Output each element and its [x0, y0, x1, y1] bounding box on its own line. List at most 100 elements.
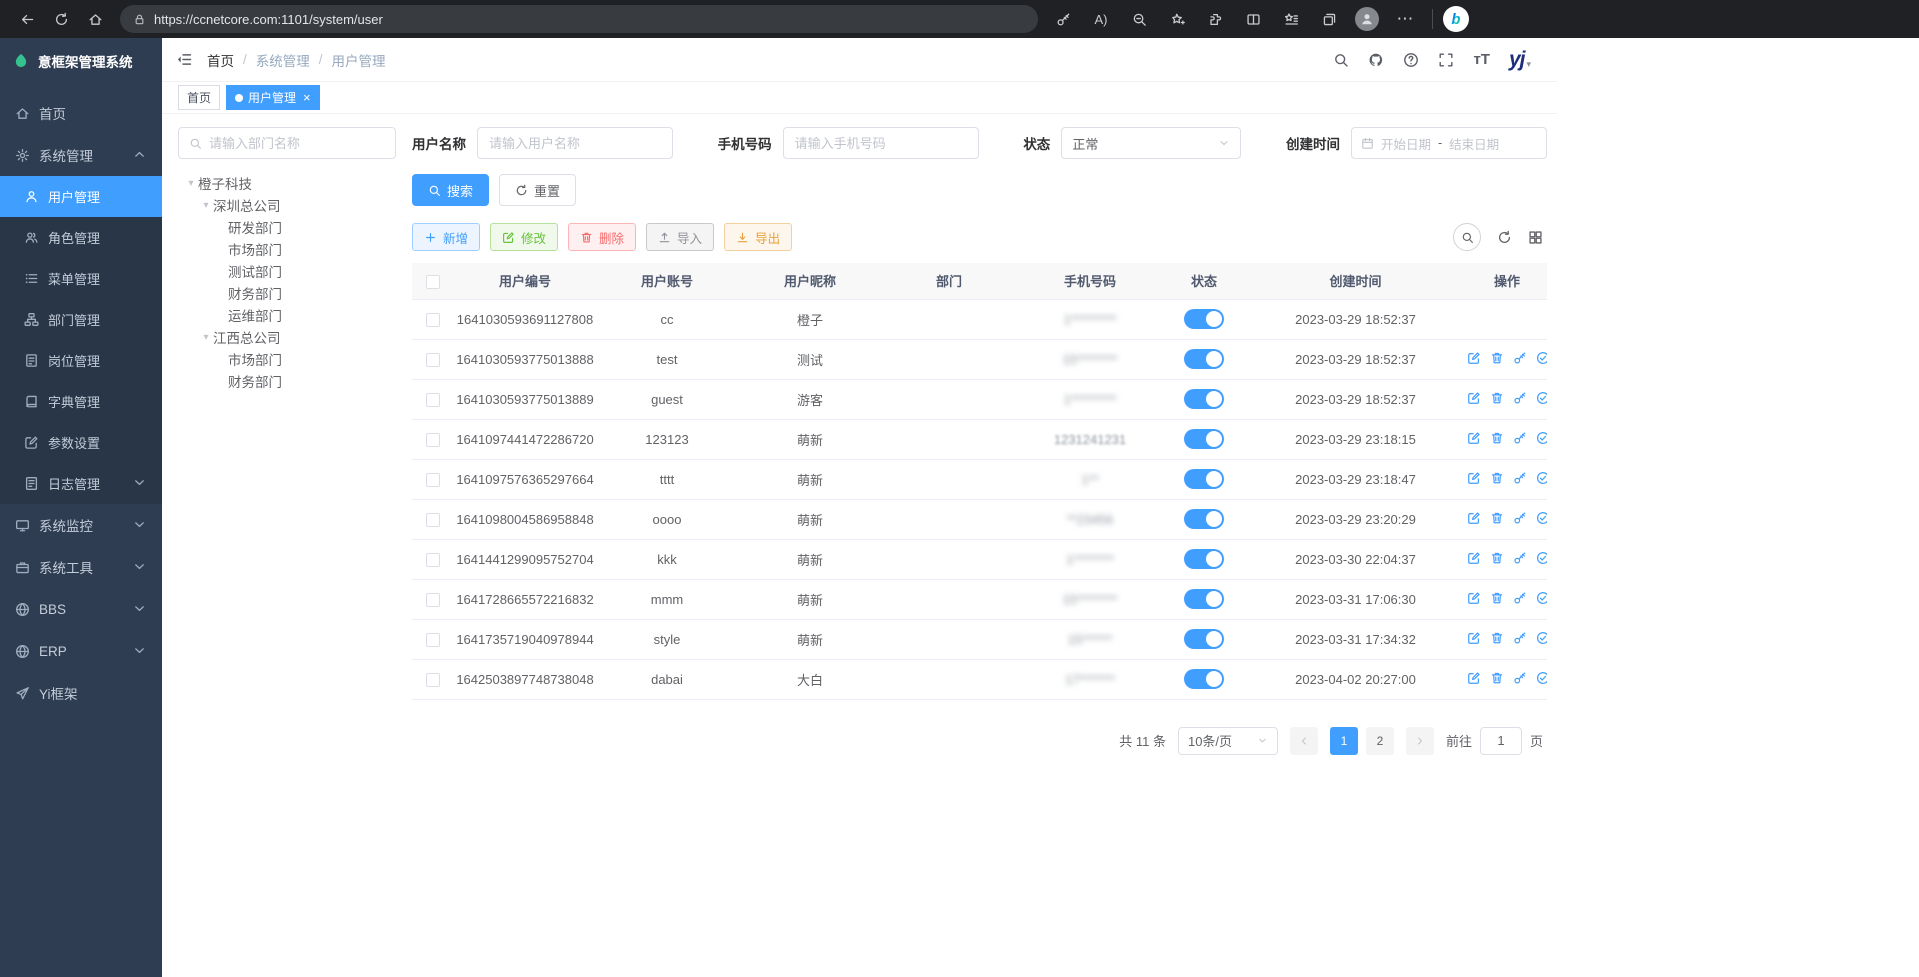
reset-password-button[interactable] — [1513, 351, 1527, 365]
page-button-1[interactable]: 1 — [1330, 727, 1358, 755]
delete-button[interactable] — [1490, 671, 1504, 685]
next-page-button[interactable] — [1406, 727, 1434, 755]
reset-password-button[interactable] — [1513, 671, 1527, 685]
tab-user-management[interactable]: 用户管理× — [226, 85, 320, 110]
sidebar-item-erp[interactable]: ERP — [0, 630, 162, 672]
assign-role-button[interactable] — [1536, 551, 1547, 565]
sidebar-item-system-management[interactable]: 系统管理 — [0, 134, 162, 176]
row-checkbox[interactable] — [426, 513, 440, 527]
sidebar-item-system-monitor[interactable]: 系统监控 — [0, 504, 162, 546]
columns-grid-button[interactable] — [1528, 230, 1543, 245]
row-checkbox[interactable] — [426, 313, 440, 327]
reset-password-button[interactable] — [1513, 631, 1527, 645]
tree-node[interactable]: ▾深圳总公司 — [178, 194, 396, 216]
breadcrumb-home[interactable]: 首页 — [207, 50, 234, 70]
import-button[interactable]: 导入 — [646, 223, 714, 251]
assign-role-button[interactable] — [1536, 431, 1547, 445]
delete-button[interactable] — [1490, 471, 1504, 485]
edit-button[interactable] — [1467, 391, 1481, 405]
user-avatar[interactable]: yj ▾ — [1509, 49, 1531, 70]
username-input[interactable] — [477, 127, 673, 159]
date-range-picker[interactable]: 开始日期 - 结束日期 — [1351, 127, 1547, 159]
header-search-button[interactable] — [1333, 52, 1349, 68]
sidebar-item-yi-framework[interactable]: Yi框架 — [0, 672, 162, 714]
edit-button[interactable] — [1467, 551, 1481, 565]
status-toggle[interactable] — [1184, 429, 1224, 449]
delete-button[interactable] — [1490, 591, 1504, 605]
status-toggle[interactable] — [1184, 549, 1224, 569]
fullscreen-button[interactable] — [1438, 52, 1454, 68]
breadcrumb-system[interactable]: 系统管理 — [256, 50, 310, 70]
row-checkbox[interactable] — [426, 353, 440, 367]
dept-search-box[interactable] — [178, 127, 396, 159]
status-select[interactable]: 正常 — [1061, 127, 1241, 159]
reset-password-button[interactable] — [1513, 511, 1527, 525]
sidebar-item-menu-management[interactable]: 菜单管理 — [0, 258, 162, 299]
tree-node[interactable]: 运维部门 — [178, 304, 396, 326]
sidebar-item-role-management[interactable]: 角色管理 — [0, 217, 162, 258]
export-button[interactable]: 导出 — [724, 223, 792, 251]
edit-button[interactable] — [1467, 591, 1481, 605]
search-button[interactable]: 搜索 — [412, 174, 489, 206]
copilot-button[interactable]: b — [1443, 6, 1469, 32]
phone-input[interactable] — [783, 127, 979, 159]
sidebar-item-log-management[interactable]: 日志管理 — [0, 463, 162, 504]
delete-button[interactable] — [1490, 391, 1504, 405]
assign-role-button[interactable] — [1536, 351, 1547, 365]
browser-home-button[interactable] — [78, 4, 112, 34]
delete-button[interactable] — [1490, 511, 1504, 525]
status-toggle[interactable] — [1184, 509, 1224, 529]
row-checkbox[interactable] — [426, 433, 440, 447]
tree-node[interactable]: 财务部门 — [178, 282, 396, 304]
tree-node[interactable]: ▾橙子科技 — [178, 172, 396, 194]
status-toggle[interactable] — [1184, 629, 1224, 649]
edit-button[interactable] — [1467, 511, 1481, 525]
row-checkbox[interactable] — [426, 393, 440, 407]
status-toggle[interactable] — [1184, 309, 1224, 329]
refresh-button[interactable] — [44, 4, 78, 34]
sidebar-item-param-settings[interactable]: 参数设置 — [0, 422, 162, 463]
row-checkbox[interactable] — [426, 633, 440, 647]
show-search-toggle-button[interactable] — [1453, 223, 1481, 251]
delete-button[interactable] — [1490, 631, 1504, 645]
sidebar-item-dept-management[interactable]: 部门管理 — [0, 299, 162, 340]
reset-button[interactable]: 重置 — [499, 174, 576, 206]
assign-role-button[interactable] — [1536, 671, 1547, 685]
edit-button[interactable]: 修改 — [490, 223, 558, 251]
tree-node[interactable]: 市场部门 — [178, 348, 396, 370]
reset-password-button[interactable] — [1513, 591, 1527, 605]
help-button[interactable] — [1403, 52, 1419, 68]
column-header[interactable]: 创建时间 — [1244, 263, 1467, 299]
delete-button[interactable] — [1490, 351, 1504, 365]
reset-password-button[interactable] — [1513, 471, 1527, 485]
column-header[interactable]: 用户昵称 — [738, 263, 882, 299]
status-toggle[interactable] — [1184, 349, 1224, 369]
assign-role-button[interactable] — [1536, 631, 1547, 645]
tree-node[interactable]: ▾江西总公司 — [178, 326, 396, 348]
tree-node[interactable]: 测试部门 — [178, 260, 396, 282]
page-size-select[interactable]: 10条/页 — [1178, 727, 1278, 755]
assign-role-button[interactable] — [1536, 471, 1547, 485]
edit-button[interactable] — [1467, 471, 1481, 485]
collections-button[interactable] — [1312, 4, 1346, 34]
tree-node[interactable]: 研发部门 — [178, 216, 396, 238]
page-button-2[interactable]: 2 — [1366, 727, 1394, 755]
select-all-checkbox[interactable] — [426, 275, 440, 289]
row-checkbox[interactable] — [426, 553, 440, 567]
sidebar-item-user-management[interactable]: 用户管理 — [0, 176, 162, 217]
reset-password-button[interactable] — [1513, 391, 1527, 405]
tab-home[interactable]: 首页 — [178, 85, 220, 110]
delete-button[interactable] — [1490, 551, 1504, 565]
favorite-add-button[interactable] — [1160, 4, 1194, 34]
edit-button[interactable] — [1467, 671, 1481, 685]
reset-password-button[interactable] — [1513, 551, 1527, 565]
column-header[interactable]: 操作 — [1467, 263, 1547, 299]
column-header[interactable]: 部门 — [882, 263, 1016, 299]
close-tab-icon[interactable]: × — [303, 91, 311, 104]
split-screen-button[interactable] — [1236, 4, 1270, 34]
password-key-button[interactable] — [1046, 4, 1080, 34]
add-button[interactable]: 新增 — [412, 223, 480, 251]
assign-role-button[interactable] — [1536, 391, 1547, 405]
tree-node[interactable]: 财务部门 — [178, 370, 396, 392]
status-toggle[interactable] — [1184, 589, 1224, 609]
